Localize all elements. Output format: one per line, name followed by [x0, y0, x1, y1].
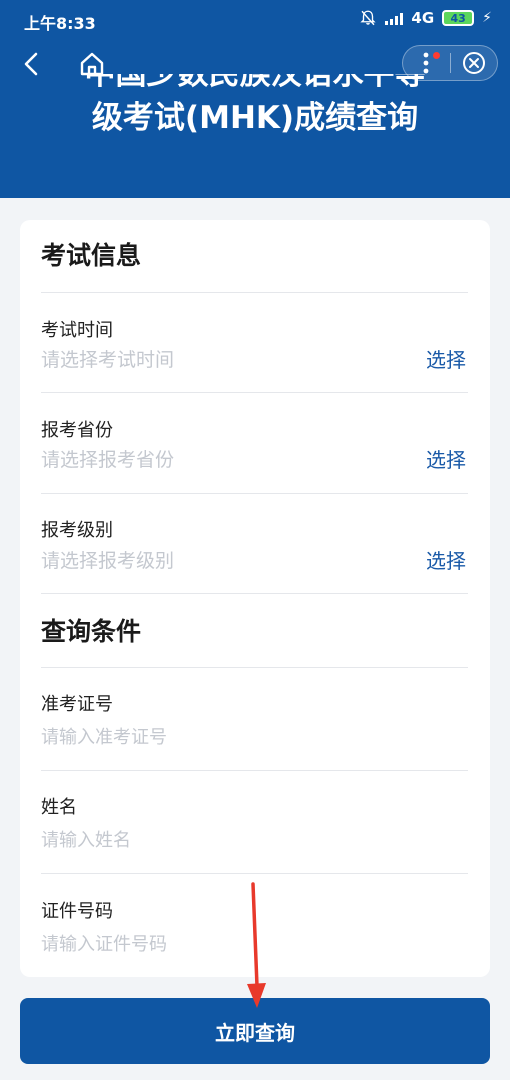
- exam-time-select-button[interactable]: 选择: [426, 344, 466, 373]
- name-input[interactable]: 请输入姓名: [41, 826, 131, 852]
- more-vertical-icon: [423, 52, 429, 74]
- province-select[interactable]: 请选择报考省份: [41, 445, 174, 472]
- status-bar: 上午8:33 4G 43 ⚡: [0, 0, 510, 40]
- battery-level: 43: [450, 11, 466, 25]
- annotation-arrow-icon: [247, 882, 266, 1008]
- query-conditions-heading: 查询条件: [41, 617, 142, 646]
- query-form-card: 考试信息 考试时间 请选择考试时间 选择 报考省份 请选择报考省份 选择 报考级…: [20, 220, 490, 977]
- battery-icon: 43: [442, 10, 475, 26]
- signal-icon: [385, 11, 404, 25]
- field-label: 报考省份: [41, 420, 113, 441]
- admission-number-input[interactable]: 请输入准考证号: [41, 723, 167, 749]
- divider: [41, 493, 468, 494]
- page-title-line2: 级考试(MHK)成绩查询: [91, 100, 419, 136]
- page-title-line1: 中国少数民族汉语水平等: [84, 74, 426, 92]
- status-indicators: 4G 43 ⚡: [359, 9, 492, 27]
- notification-dot: [432, 52, 440, 59]
- mute-bell-icon: [360, 10, 377, 26]
- close-circle-icon: [462, 52, 485, 74]
- divider: [41, 292, 468, 293]
- status-time: 上午8:33: [24, 14, 96, 33]
- network-type: 4G: [411, 9, 435, 27]
- divider: [41, 392, 468, 393]
- exam-time-select[interactable]: 请选择考试时间: [41, 345, 174, 372]
- field-label: 报考级别: [41, 520, 113, 541]
- divider: [41, 593, 468, 594]
- page-title: 中国少数民族汉语水平等 级考试(MHK)成绩查询: [0, 74, 510, 158]
- level-select[interactable]: 请选择报考级别: [41, 546, 174, 573]
- field-label: 证件号码: [41, 901, 113, 922]
- level-select-button[interactable]: 选择: [426, 545, 466, 574]
- divider: [41, 770, 468, 771]
- charging-icon: ⚡: [482, 10, 492, 26]
- divider: [41, 873, 468, 874]
- field-label: 考试时间: [41, 320, 113, 341]
- field-label: 姓名: [41, 797, 77, 818]
- id-number-input[interactable]: 请输入证件号码: [41, 930, 167, 956]
- exam-info-heading: 考试信息: [41, 241, 142, 270]
- province-select-button[interactable]: 选择: [426, 444, 466, 473]
- divider: [41, 667, 468, 668]
- field-label: 准考证号: [41, 694, 113, 715]
